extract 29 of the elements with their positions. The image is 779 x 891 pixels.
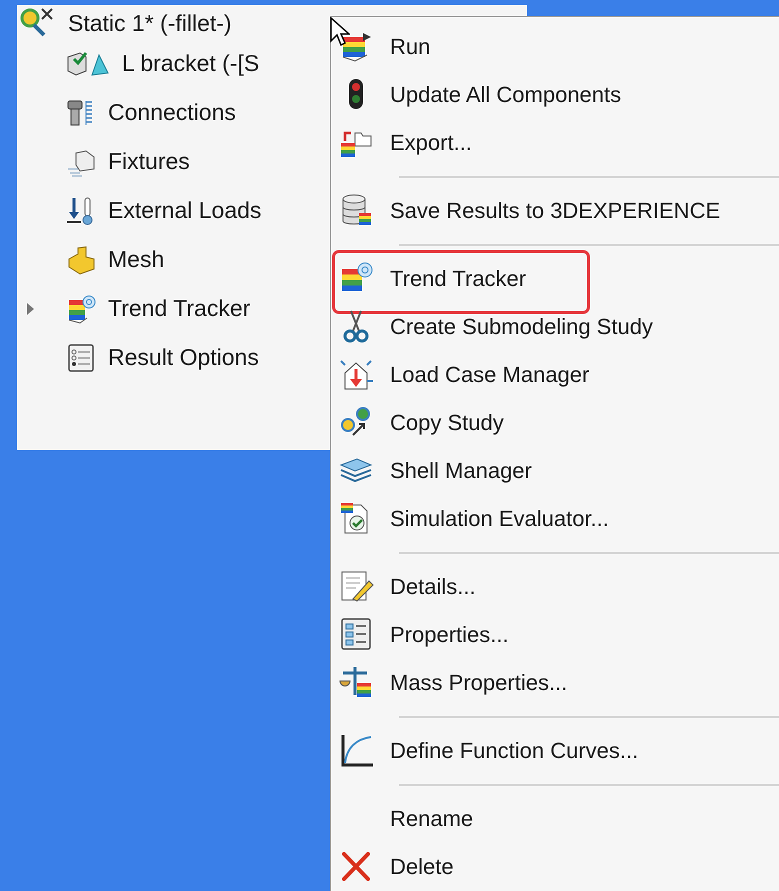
tree-item[interactable]: Connections: [108, 99, 236, 126]
menu-item[interactable]: Save Results to 3DEXPERIENCE: [390, 198, 720, 224]
tree-item[interactable]: L bracket (-[S: [122, 50, 260, 77]
menu-item[interactable]: Load Case Manager: [390, 362, 590, 388]
menu-item[interactable]: Shell Manager: [390, 458, 532, 484]
tree-item[interactable]: External Loads: [108, 197, 262, 224]
menu-item[interactable]: Run: [390, 34, 430, 60]
trend-tracker-icon: [66, 294, 96, 324]
menu-item[interactable]: Properties...: [390, 622, 509, 648]
menu-item[interactable]: Create Submodeling Study: [390, 314, 653, 340]
menu-item[interactable]: Details...: [390, 574, 476, 600]
menu-item[interactable]: Copy Study: [390, 410, 504, 436]
options-list-icon: [66, 342, 96, 372]
tree-item[interactable]: Trend Tracker: [108, 295, 250, 322]
menu-item[interactable]: Simulation Evaluator...: [390, 506, 609, 532]
study-name[interactable]: Static 1* (-fillet-): [68, 10, 232, 36]
menu-item[interactable]: Trend Tracker: [390, 266, 526, 292]
menu-item[interactable]: Define Function Curves...: [390, 738, 638, 764]
tree-item[interactable]: Result Options: [108, 344, 259, 371]
tree-item[interactable]: Mesh: [108, 246, 164, 273]
menu-item[interactable]: Delete: [390, 854, 454, 880]
menu-item[interactable]: Update All Components: [390, 82, 622, 108]
menu-item[interactable]: Rename: [390, 806, 474, 832]
menu-item[interactable]: Export...: [390, 130, 472, 156]
expand-arrow-icon[interactable]: [27, 302, 34, 314]
menu-item[interactable]: Mass Properties...: [390, 670, 568, 696]
mesh-block-icon: [66, 244, 96, 274]
tree-item[interactable]: Fixtures: [108, 148, 190, 175]
curve-graph-icon: [339, 733, 375, 769]
